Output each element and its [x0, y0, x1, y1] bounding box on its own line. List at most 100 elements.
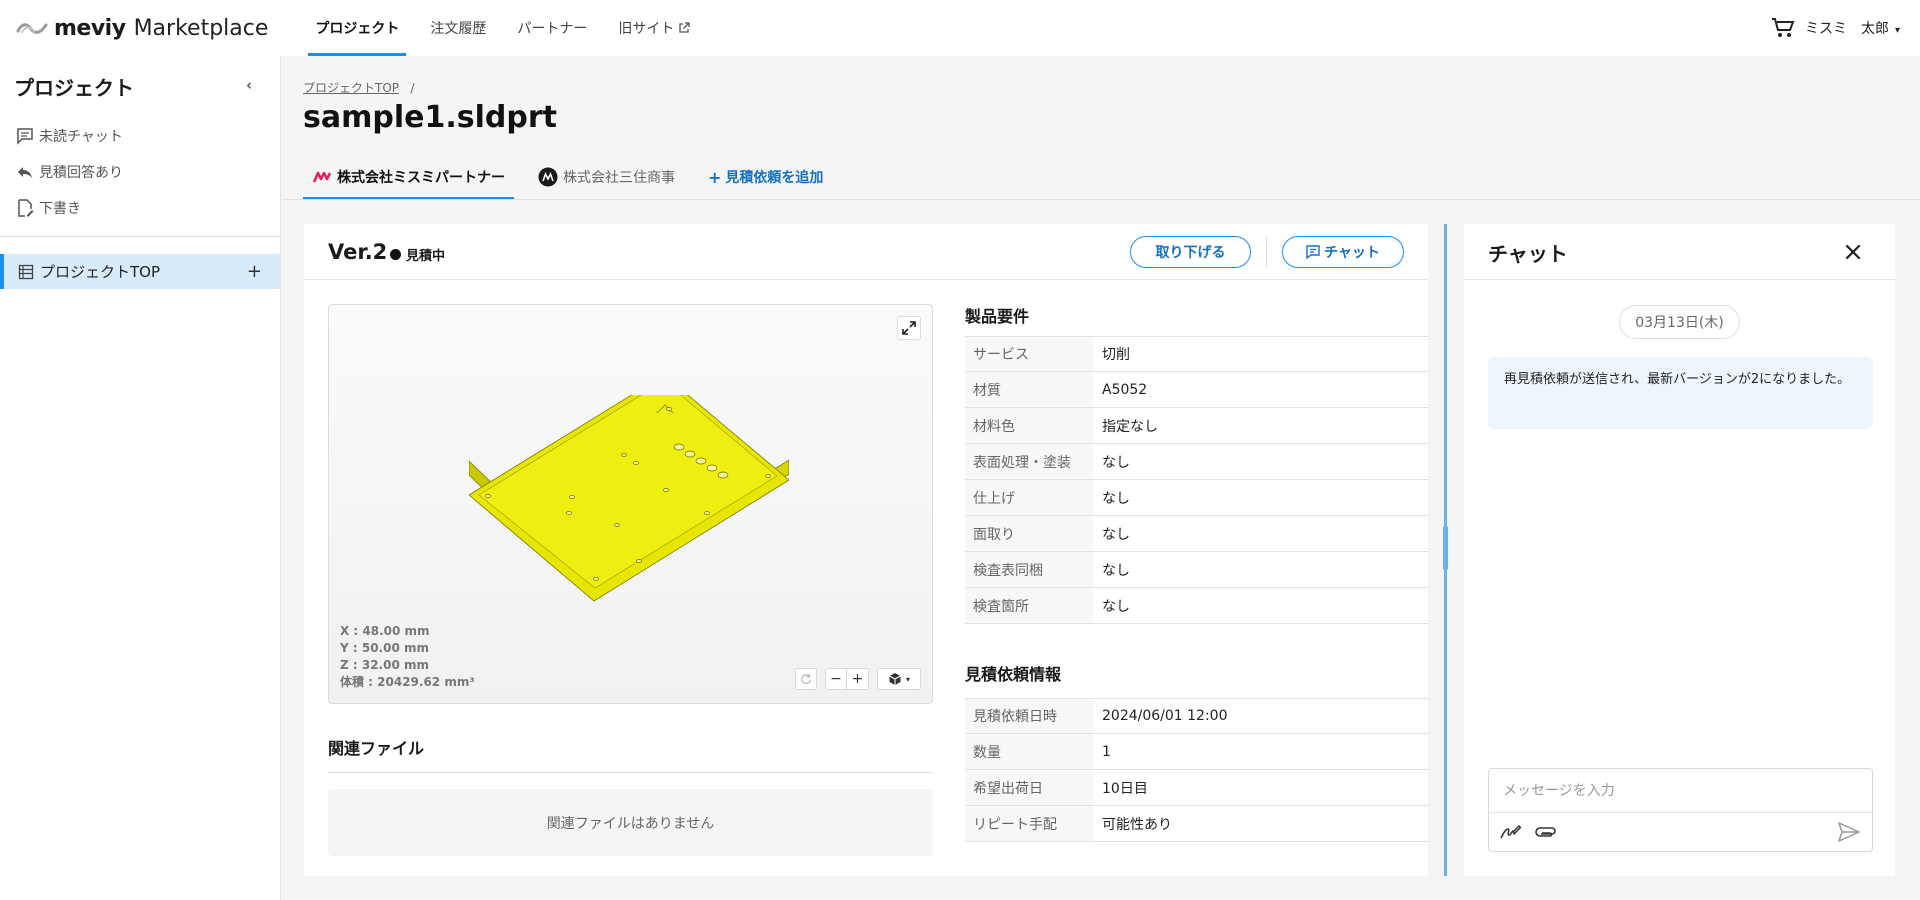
header-right: ミスミ 太郎 ▾: [1771, 17, 1900, 39]
tab-label: 株式会社ミスミパートナー: [337, 170, 505, 186]
spec-row: 検査表同梱 なし: [965, 552, 1429, 588]
spec-value: なし: [1102, 562, 1130, 579]
sidebar-filters: 未読チャット 見積回答あり 下書き: [16, 118, 123, 226]
nav-partners[interactable]: パートナー: [510, 0, 594, 56]
sidebar-title: プロジェクト: [14, 76, 134, 100]
spec-value: 2024/06/01 12:00: [1102, 708, 1228, 724]
spec-value: 切削: [1102, 347, 1130, 363]
logo-text: meviy: [54, 15, 126, 41]
sidebar-item-quote-answered[interactable]: 見積回答あり: [16, 154, 123, 190]
product-requirements-table: サービス 切削 材質 A5052 材料色 指定なし 表面処理・塗装 なし 仕上げ なし 面取り なし検…: [965, 336, 1429, 624]
attachment-icon[interactable]: [1535, 821, 1557, 843]
nav-old-site-label: 旧サイト: [618, 21, 675, 37]
sidebar-item-label: 下書き: [39, 201, 81, 217]
close-icon[interactable]: [1842, 241, 1864, 263]
spec-row: 材料色 指定なし: [965, 408, 1429, 444]
cart-icon[interactable]: [1771, 17, 1795, 39]
quote-request-info: 見積依頼情報 見積依頼日時 2024/06/01 12:00 数量 1 希望出荷日 10日…: [965, 656, 1429, 842]
spec-label: 表面処理・塗装: [965, 444, 1093, 479]
logo-sub: Marketplace: [133, 15, 269, 41]
spec-row: 検査箇所 なし: [965, 588, 1429, 624]
dimension-x: X : 48.00 mm: [340, 624, 430, 638]
add-project-icon[interactable]: +: [247, 261, 262, 282]
sidebar-item-drafts[interactable]: 下書き: [16, 190, 123, 226]
header-separator: [1266, 236, 1267, 268]
message-input[interactable]: [1489, 769, 1872, 813]
sidebar-item-unread-chat[interactable]: 未読チャット: [16, 118, 123, 154]
spec-label: 検査箇所: [965, 588, 1093, 623]
version-header: Ver.2 見積中 取り下げる チャット: [304, 224, 1428, 280]
spec-row: 数量 1: [965, 734, 1429, 770]
zoom-out-button[interactable]: −: [825, 668, 847, 690]
signature-icon[interactable]: [1499, 821, 1521, 843]
expand-viewer-button[interactable]: [897, 316, 921, 340]
spec-value: 指定なし: [1102, 418, 1158, 435]
spec-label: 材質: [965, 372, 1093, 407]
expand-icon: [902, 321, 916, 335]
chevron-down-icon: ▾: [905, 674, 910, 684]
collapse-sidebar-icon[interactable]: ‹: [246, 76, 252, 94]
breadcrumb-project-top[interactable]: プロジェクトTOP: [303, 81, 399, 95]
spec-label: 仕上げ: [965, 480, 1093, 515]
dimension-z: Z : 32.00 mm: [340, 658, 429, 672]
meviy-logo-icon: [16, 23, 48, 34]
view-orientation-dropdown[interactable]: ▾: [877, 668, 921, 690]
3d-viewer[interactable]: X : 48.00 mm Y : 50.00 mm Z : 32.00 mm 体…: [328, 304, 933, 704]
tabs-divider: [282, 199, 1920, 200]
spec-label: 数量: [965, 734, 1093, 769]
spec-label: リピート手配: [965, 806, 1093, 841]
breadcrumb: プロジェクトTOP /: [303, 79, 415, 96]
withdraw-button[interactable]: 取り下げる: [1130, 236, 1251, 268]
external-link-icon: [679, 22, 691, 33]
tab-misumi-shoji[interactable]: 株式会社三住商事: [529, 154, 684, 200]
spec-label: 見積依頼日時: [965, 699, 1093, 733]
spec-row: 面取り なし: [965, 516, 1429, 552]
quote-request-info-title: 見積依頼情報: [965, 665, 1062, 684]
tab-misumi-partner[interactable]: 株式会社ミスミパートナー: [303, 154, 514, 200]
spec-value: 可能性あり: [1102, 816, 1172, 833]
chat-button-label: チャット: [1324, 245, 1380, 261]
spec-row: 仕上げ なし: [965, 480, 1429, 516]
part-dimensions: X : 48.00 mm Y : 50.00 mm Z : 32.00 mm 体…: [340, 623, 475, 691]
status-text: 見積中: [406, 249, 446, 264]
sidebar-item-project-top[interactable]: プロジェクトTOP +: [0, 254, 280, 289]
user-menu[interactable]: 太郎 ▾: [1861, 18, 1900, 38]
user-company: ミスミ: [1804, 21, 1847, 37]
nav-old-site[interactable]: 旧サイト: [611, 0, 697, 56]
add-quote-request-button[interactable]: + 見積依頼を追加: [699, 154, 832, 200]
sidebar-divider: [0, 236, 280, 237]
sidebar-project-label: プロジェクトTOP: [40, 263, 161, 281]
zoom-in-button[interactable]: +: [847, 668, 869, 690]
version-label: Ver.2: [328, 240, 388, 264]
tab-label: 株式会社三住商事: [563, 170, 675, 186]
product-requirements: 製品要件 サービス 切削 材質 A5052 材料色 指定なし 表面処理・塗装 なし 仕上げ なし面…: [965, 298, 1429, 624]
spec-row: サービス 切削: [965, 336, 1429, 372]
spec-value: 1: [1102, 743, 1111, 760]
send-icon[interactable]: [1837, 821, 1861, 843]
reset-view-button[interactable]: [795, 668, 817, 690]
nav-order-history[interactable]: 注文履歴: [423, 0, 493, 56]
logo[interactable]: meviy Marketplace: [16, 0, 268, 56]
composer-tools: [1499, 821, 1571, 843]
nav-projects[interactable]: プロジェクト: [308, 0, 407, 56]
viewer-toolbar: − + ▾: [795, 668, 921, 690]
main-nav: プロジェクト 注文履歴 パートナー 旧サイト: [308, 0, 714, 56]
spec-value: なし: [1102, 526, 1130, 543]
3d-part-model: [469, 395, 789, 602]
quote-request-info-table: 見積依頼日時 2024/06/01 12:00 数量 1 希望出荷日 10日目 リピート手配…: [965, 698, 1429, 842]
top-header: meviy Marketplace プロジェクト 注文履歴 パートナー 旧サイト…: [0, 0, 1920, 56]
spec-row: リピート手配 可能性あり: [965, 806, 1429, 842]
chat-icon: [1306, 245, 1320, 259]
open-chat-button[interactable]: チャット: [1282, 236, 1404, 268]
chat-panel: チャット 03月13日(木) 再見積依頼が送信され、最新バージョンが2になりまし…: [1464, 224, 1895, 876]
quote-detail-card: Ver.2 見積中 取り下げる チャット X: 48.00 mm Y: 50…: [304, 224, 1429, 876]
dimension-y: Y : 50.00 mm: [340, 641, 429, 655]
splitter-handle[interactable]: [1443, 526, 1448, 570]
sidebar-item-label: 見積回答あり: [39, 165, 123, 181]
related-files-empty: 関連ファイルはありません: [328, 789, 933, 856]
product-requirements-title: 製品要件: [965, 307, 1030, 326]
tab-label: 見積依頼を追加: [725, 170, 824, 186]
chat-title: チャット: [1488, 242, 1568, 266]
chat-composer: [1488, 768, 1873, 852]
chat-header: チャット: [1464, 224, 1895, 280]
